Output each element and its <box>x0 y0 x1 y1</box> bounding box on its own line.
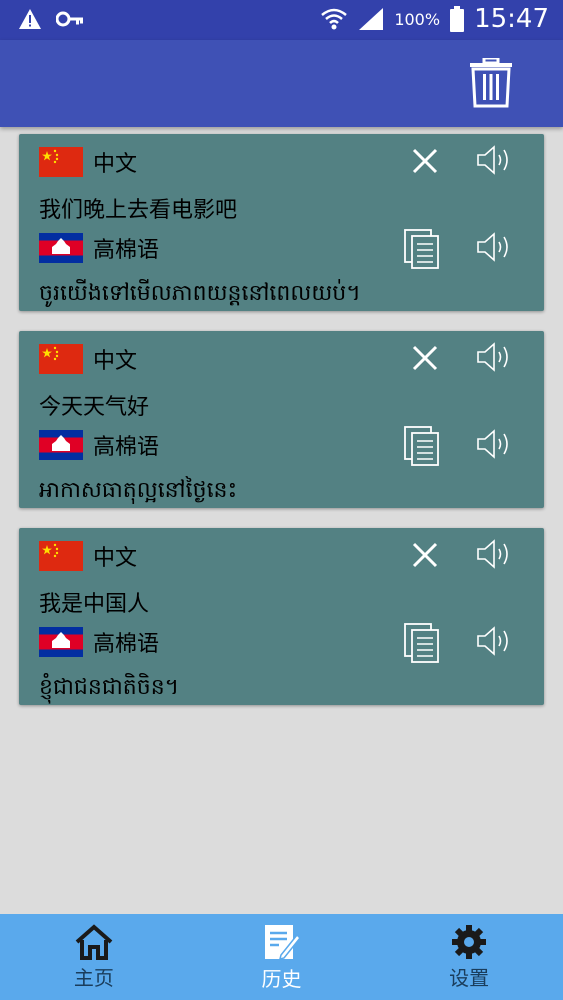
speaker-icon[interactable] <box>476 341 512 373</box>
copy-icon[interactable] <box>403 622 441 664</box>
target-lang-row: 高棉语 <box>39 429 159 461</box>
target-text: ខ្ញុំជាជនជាតិចិន។ <box>39 675 180 700</box>
battery-percent: 100% <box>394 9 441 29</box>
history-card: 中文 我是中国人 高棉语 ខ្ញុំជាជនជាតិចិន។ <box>19 528 544 705</box>
china-flag-icon <box>39 344 83 374</box>
target-lang-row: 高棉语 <box>39 626 159 658</box>
warning-icon <box>19 9 41 29</box>
source-lang-label: 中文 <box>93 349 138 374</box>
trash-icon[interactable] <box>469 58 513 108</box>
china-flag-icon <box>39 541 83 571</box>
source-lang-row: 中文 <box>39 146 137 178</box>
cambodia-flag-icon <box>39 430 83 460</box>
speaker-icon[interactable] <box>476 538 512 570</box>
target-text: ចូរយើងទៅមើលភាពយន្តនៅពេលយប់។ <box>39 281 361 306</box>
source-text: 我们晚上去看电影吧 <box>39 198 238 223</box>
nav-settings-label: 设置 <box>449 965 490 990</box>
close-icon[interactable] <box>412 542 438 568</box>
gear-icon <box>452 924 487 959</box>
edit-note-icon <box>264 924 301 960</box>
home-icon <box>75 923 113 960</box>
target-lang-label: 高棉语 <box>93 435 160 460</box>
copy-icon[interactable] <box>403 425 441 467</box>
nav-home-label: 主页 <box>73 965 114 990</box>
nav-history[interactable]: 历史 <box>188 914 376 1000</box>
history-card: 中文 今天天气好 高棉语 អាកាសធាតុល្អនៅថ្ងៃនេះ <box>19 331 544 508</box>
bottom-nav: 主页 历史 设置 <box>0 914 563 1000</box>
battery-icon <box>450 6 465 32</box>
status-bar: 100% 15:47 <box>0 0 563 40</box>
cambodia-flag-icon <box>39 627 83 657</box>
target-text: អាកាសធាតុល្អនៅថ្ងៃនេះ <box>39 478 238 503</box>
speaker-icon[interactable] <box>476 144 512 176</box>
target-lang-label: 高棉语 <box>93 632 160 657</box>
nav-settings[interactable]: 设置 <box>375 914 563 1000</box>
source-lang-row: 中文 <box>39 540 137 572</box>
speaker-icon[interactable] <box>476 231 512 263</box>
cambodia-flag-icon <box>39 233 83 263</box>
target-lang-row: 高棉语 <box>39 232 159 264</box>
history-list: 中文 我们晚上去看电影吧 高棉语 ចូរយើងទៅមើលភាពយន្តនៅពេល… <box>19 134 544 725</box>
signal-icon <box>359 8 384 30</box>
close-icon[interactable] <box>412 148 438 174</box>
nav-history-label: 历史 <box>261 966 302 991</box>
source-lang-label: 中文 <box>93 546 138 571</box>
source-text: 我是中国人 <box>39 592 150 617</box>
target-lang-label: 高棉语 <box>93 238 160 263</box>
clock: 15:47 <box>474 4 549 34</box>
china-flag-icon <box>39 147 83 177</box>
app-bar <box>0 40 563 127</box>
speaker-icon[interactable] <box>476 428 512 460</box>
history-card: 中文 我们晚上去看电影吧 高棉语 ចូរយើងទៅមើលភាពយន្តនៅពេល… <box>19 134 544 311</box>
source-text: 今天天气好 <box>39 395 150 420</box>
wifi-icon <box>321 8 348 30</box>
copy-icon[interactable] <box>403 228 441 270</box>
speaker-icon[interactable] <box>476 625 512 657</box>
source-lang-row: 中文 <box>39 343 137 375</box>
key-icon <box>56 11 83 27</box>
source-lang-label: 中文 <box>93 152 138 177</box>
close-icon[interactable] <box>412 345 438 371</box>
nav-home[interactable]: 主页 <box>0 914 188 1000</box>
